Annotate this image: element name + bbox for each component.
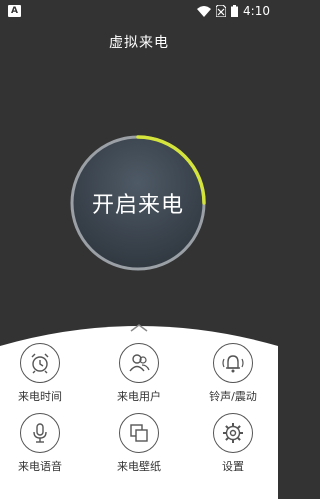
menu-item-label: 来电壁纸 [117,460,161,473]
menu-item-call-time[interactable]: 来电时间 [0,343,80,413]
menu-item-label: 铃声/震动 [209,390,257,403]
menu-item-wallpaper[interactable]: 来电壁纸 [99,413,179,483]
bell-vibrate-icon [213,343,253,383]
page-title: 虚拟来电 [109,35,169,51]
no-sim-icon [216,5,227,17]
menu-item-caller[interactable]: 来电用户 [99,343,179,413]
gear-icon [213,413,253,453]
user-contact-icon [119,343,159,383]
chevron-up-icon[interactable] [128,323,150,333]
status-time: 4:10 [243,4,270,18]
microphone-icon [20,413,60,453]
menu-item-label: 来电语音 [18,460,62,473]
menu-item-settings[interactable]: 设置 [193,413,273,483]
menu-item-label: 来电用户 [117,390,161,403]
wallpaper-icon [119,413,159,453]
app-notification-icon: A [8,5,21,17]
start-call-dial[interactable]: 开启来电 [68,133,208,273]
menu-item-voice[interactable]: 来电语音 [0,413,80,483]
wifi-icon [197,5,212,17]
dial-label: 开启来电 [91,193,184,218]
status-bar: A 4:10 [0,0,278,22]
menu-item-label: 来电时间 [18,390,62,403]
menu-item-ringtone[interactable]: 铃声/震动 [193,343,273,413]
alarm-clock-icon [20,343,60,383]
menu-item-label: 设置 [222,460,244,473]
battery-icon [231,5,239,17]
